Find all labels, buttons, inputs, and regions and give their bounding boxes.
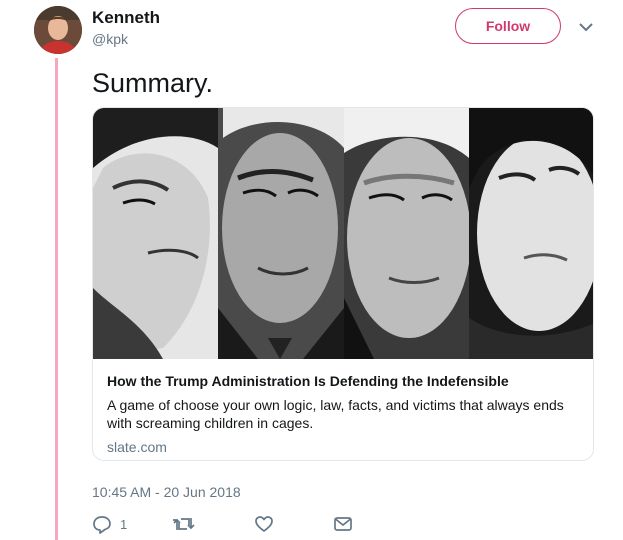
card-image-panel-1 [93,108,218,359]
tweet-actions: 1 [92,512,392,536]
display-name[interactable]: Kenneth [92,8,160,28]
card-description: A game of choose your own logic, law, fa… [107,397,564,431]
card-title[interactable]: How the Trump Administration Is Defendin… [107,372,585,390]
card-domain: slate.com [107,439,167,455]
card-image-panel-3 [344,108,469,359]
link-card[interactable]: How the Trump Administration Is Defendin… [92,107,594,461]
avatar[interactable] [34,6,82,54]
card-image-panel-4 [469,108,593,359]
reply-button[interactable]: 1 [92,512,127,536]
retweet-button[interactable] [173,512,195,536]
reply-icon [92,514,112,534]
card-image [93,108,593,359]
tweet-text: Summary. [92,68,214,98]
username-handle[interactable]: @kpk [92,31,128,47]
retweet-icon [173,514,195,534]
thread-line [55,58,58,540]
follow-button[interactable]: Follow [455,8,561,44]
like-icon [254,514,274,534]
dm-icon [333,514,353,534]
reply-count: 1 [120,516,128,532]
card-image-panel-2 [218,108,344,359]
tweet-timestamp[interactable]: 10:45 AM - 20 Jun 2018 [92,484,241,500]
like-button[interactable] [254,512,274,536]
chevron-down-icon[interactable] [578,20,594,32]
direct-message-button[interactable] [333,512,353,536]
